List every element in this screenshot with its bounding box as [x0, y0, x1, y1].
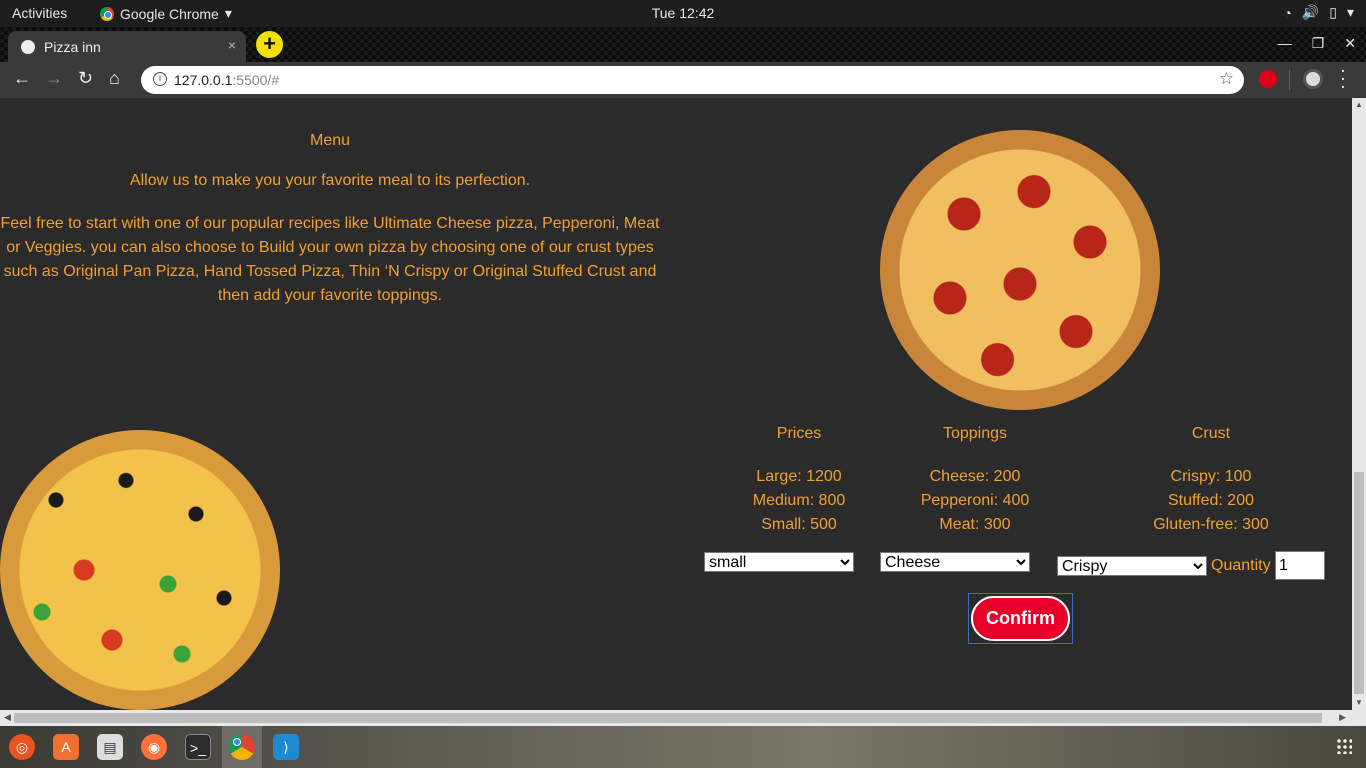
- close-window-icon[interactable]: ✕: [1344, 35, 1356, 52]
- back-icon[interactable]: ←: [13, 68, 31, 89]
- crust-item: Stuffed: 200: [1168, 492, 1254, 509]
- extension-icon[interactable]: [1259, 70, 1277, 88]
- restore-icon[interactable]: ❐: [1312, 35, 1325, 52]
- minimize-icon[interactable]: —: [1278, 35, 1292, 52]
- horizontal-scroll-thumb[interactable]: [14, 713, 1322, 723]
- scroll-left-icon[interactable]: ◀: [4, 712, 11, 723]
- system-tray[interactable]: ◔ 🔊 ▯ ▾: [1283, 4, 1354, 21]
- price-item: Medium: 800: [752, 492, 846, 509]
- terminal-icon[interactable]: >_: [185, 734, 211, 760]
- crust-heading: Crust: [1191, 425, 1231, 442]
- firefox-icon[interactable]: ◉: [141, 734, 167, 760]
- topping-item: Meat: 300: [939, 516, 1011, 533]
- globe-icon: [21, 40, 35, 54]
- battery-icon: ▯: [1329, 4, 1337, 20]
- profile-avatar-icon[interactable]: [1303, 69, 1323, 89]
- url-path: :5500/#: [232, 72, 280, 88]
- volume-icon: 🔊: [1301, 4, 1320, 20]
- prices-heading: Prices: [776, 425, 822, 442]
- reload-icon[interactable]: ↻: [78, 68, 93, 89]
- tab-strip: Pizza inn × + — ❐ ✕: [0, 27, 1366, 62]
- crust-item: Crispy: 100: [1170, 468, 1252, 485]
- system-top-bar: Activities Google Chrome ▾ Tue 12:42 ◔ 🔊…: [0, 0, 1366, 27]
- chevron-down-icon: ▾: [1346, 4, 1354, 20]
- close-tab-icon[interactable]: ×: [228, 37, 236, 53]
- vertical-scroll-thumb[interactable]: [1354, 472, 1364, 694]
- confirm-button[interactable]: Confirm: [971, 596, 1070, 641]
- toolbar-divider: [1289, 70, 1290, 90]
- scroll-right-icon[interactable]: ▶: [1339, 712, 1346, 723]
- bookmark-star-icon[interactable]: ☆: [1219, 69, 1234, 89]
- url-text[interactable]: 127.0.0.1:5500/#: [174, 72, 279, 88]
- address-bar[interactable]: i 127.0.0.1:5500/# ☆: [141, 66, 1244, 94]
- topping-item: Cheese: 200: [929, 468, 1021, 485]
- scrollbar-corner: [1352, 710, 1366, 726]
- horizontal-scrollbar[interactable]: ◀ ▶: [0, 710, 1352, 726]
- topping-item: Pepperoni: 400: [920, 492, 1030, 509]
- page-content: Menu Allow us to make you your favorite …: [0, 98, 1352, 710]
- toppings-heading: Toppings: [942, 425, 1008, 442]
- chrome-dock-icon[interactable]: [229, 734, 255, 760]
- price-item: Large: 1200: [756, 468, 842, 485]
- system-clock[interactable]: Tue 12:42: [0, 5, 1366, 21]
- vertical-scrollbar[interactable]: ▲ ▼: [1352, 98, 1366, 710]
- menu-description: Feel free to start with one of our popul…: [0, 215, 660, 304]
- tab-pizza-inn[interactable]: Pizza inn ×: [8, 31, 246, 62]
- home-icon[interactable]: ⌂: [109, 68, 120, 89]
- show-applications-icon[interactable]: [1336, 738, 1352, 754]
- software-center-icon[interactable]: A: [53, 734, 79, 760]
- topping-select[interactable]: Cheese: [880, 552, 1030, 572]
- url-host: 127.0.0.1: [174, 72, 233, 88]
- intro-text: Allow us to make you your favorite meal …: [129, 172, 531, 189]
- info-icon[interactable]: i: [153, 72, 167, 86]
- quantity-input[interactable]: [1275, 551, 1325, 580]
- quantity-label: Quantity: [1211, 557, 1271, 574]
- files-icon[interactable]: ▤: [97, 734, 123, 760]
- wifi-icon: ◔: [1283, 4, 1292, 21]
- confirm-focus-ring: Confirm: [968, 593, 1073, 644]
- veggie-pizza-image: [0, 430, 280, 710]
- tab-title: Pizza inn: [44, 39, 101, 55]
- price-item: Small: 500: [761, 516, 837, 533]
- window-controls: — ❐ ✕: [1278, 35, 1356, 52]
- vscode-icon[interactable]: ⟩: [273, 734, 299, 760]
- ubuntu-logo-icon[interactable]: ◎: [9, 734, 35, 760]
- size-select[interactable]: small: [704, 552, 854, 572]
- forward-icon[interactable]: →: [45, 68, 63, 89]
- pepperoni-pizza-image: [880, 130, 1160, 410]
- more-menu-icon[interactable]: · · ·: [1340, 61, 1346, 95]
- menu-heading: Menu: [309, 132, 351, 149]
- new-tab-button[interactable]: +: [256, 31, 283, 58]
- browser-toolbar: ← → ↻ ⌂ i 127.0.0.1:5500/# ☆ · · ·: [0, 61, 1366, 98]
- crust-select[interactable]: Crispy: [1057, 556, 1207, 576]
- scroll-down-icon[interactable]: ▼: [1355, 698, 1363, 707]
- scroll-up-icon[interactable]: ▲: [1355, 100, 1363, 109]
- dock: ◎ A ▤ ◉ >_ ⟩: [0, 726, 1366, 768]
- crust-item: Gluten-free: 300: [1153, 516, 1269, 533]
